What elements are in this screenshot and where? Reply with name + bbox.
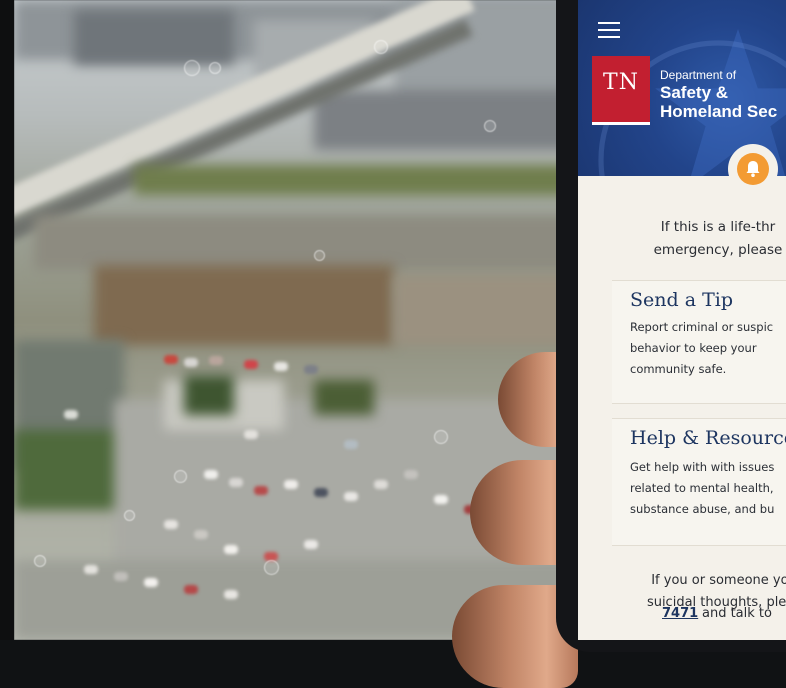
card-description-help-resources: Get help with with issues related to men… <box>630 460 775 516</box>
phone-screen: TN Department of Safety & Homeland Sec I… <box>578 0 786 640</box>
emergency-notice-line1: If this is a life-thr <box>660 219 776 235</box>
card-title-help-resources: Help & Resources <box>630 427 786 449</box>
department-name-line1: Department of <box>660 68 737 82</box>
bell-icon <box>746 161 760 177</box>
department-name-line3: Homeland Sec <box>660 102 778 121</box>
crisis-line-link[interactable]: 7471 <box>662 606 698 621</box>
emergency-notice: If this is a life-thr emergency, please <box>618 216 786 262</box>
emergency-notice-line2: emergency, please <box>653 242 783 258</box>
crisis-notice-line3: and talk to <box>702 606 772 621</box>
alert-circle <box>737 153 769 185</box>
window-frame <box>0 0 14 688</box>
card-title-send-a-tip: Send a Tip <box>630 289 733 311</box>
help-resources-card[interactable]: Help & Resources Get help with with issu… <box>612 418 786 546</box>
card-description-send-a-tip: Report criminal or suspic behavior to ke… <box>630 320 774 376</box>
alert-badge <box>728 144 778 194</box>
tn-logo-text: TN <box>603 70 639 95</box>
department-name-line2: Safety & <box>660 83 729 102</box>
main-content: If this is a life-thr emergency, please … <box>578 176 786 640</box>
tn-logo: TN <box>592 56 650 125</box>
crisis-notice-line1: If you or someone you <box>651 573 786 588</box>
hamburger-menu-icon[interactable] <box>598 22 620 38</box>
send-a-tip-card[interactable]: Send a Tip Report criminal or suspic beh… <box>612 280 786 404</box>
